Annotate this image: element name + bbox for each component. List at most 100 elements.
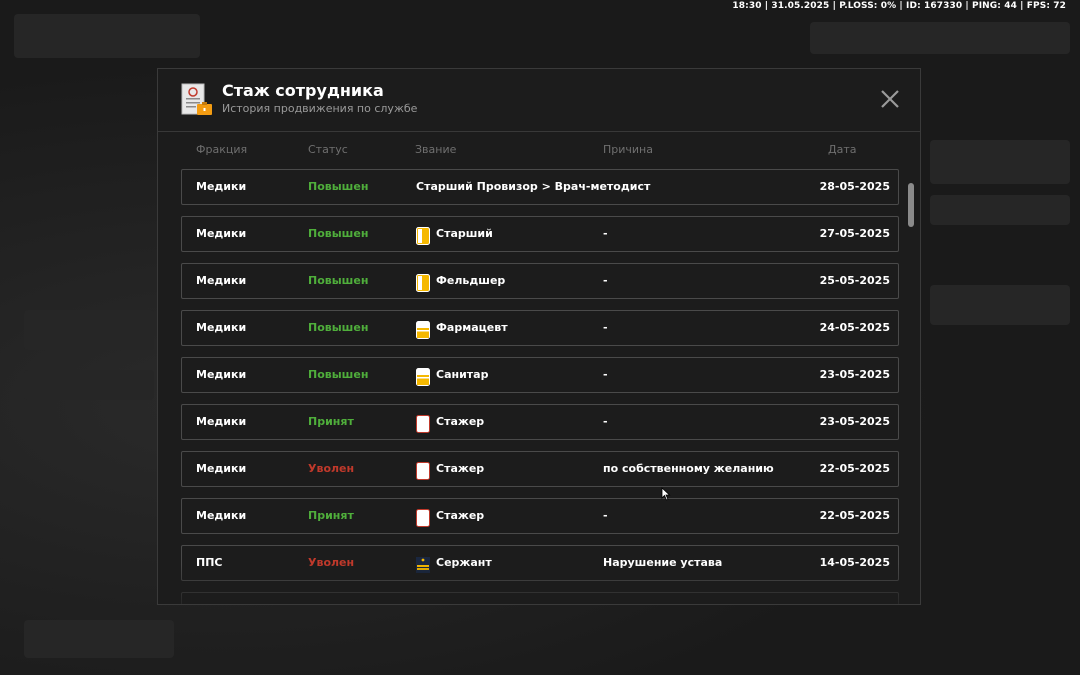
cell-rank: Фармацевт (416, 311, 508, 345)
cell-rank: Санитар (416, 358, 488, 392)
table-row[interactable]: ППС Принят Сержант - 13-05-2025 (181, 592, 899, 604)
cell-date: 24-05-2025 (819, 321, 890, 334)
cell-status: Повышен (308, 321, 369, 334)
rank-label: Стажер (436, 462, 485, 475)
table-row[interactable]: Медики Уволен Стажер по собственному желани… (181, 451, 899, 487)
scrollbar-thumb[interactable] (908, 183, 914, 227)
medic-badge-blank-icon (416, 413, 430, 433)
cell-reason: Нарушение устава (603, 556, 723, 569)
cell-reason: - (603, 274, 608, 287)
cell-status: Повышен (308, 227, 369, 240)
cell-status: Принят (308, 593, 354, 604)
table-row[interactable]: Медики Повышен Старший Провизор > Врач-мет… (181, 169, 899, 205)
column-header-faction: Фракция (196, 143, 248, 156)
cell-status: Уволен (308, 462, 355, 475)
cell-faction: Медики (196, 274, 247, 287)
medic-badge-stripe-icon (416, 366, 430, 386)
cell-faction: Медики (196, 509, 247, 522)
table-row[interactable]: Медики Принят Стажер - 22-05-2025 (181, 498, 899, 534)
history-table: Медики Повышен Старший Провизор > Врач-мет… (181, 169, 899, 604)
cell-reason: - (603, 227, 608, 240)
cell-faction: Медики (196, 321, 247, 334)
column-header-date: Дата (828, 143, 857, 156)
cell-date: 25-05-2025 (819, 274, 890, 287)
hud-item-panel (930, 285, 1070, 325)
cell-date: 13-05-2025 (820, 593, 890, 604)
cell-rank: Стажер (416, 405, 484, 439)
cell-date: 27-05-2025 (819, 227, 890, 240)
employee-seniority-modal: Стаж сотрудника История продвижения по с… (157, 68, 921, 605)
table-row[interactable]: ППС Уволен Сержант Нарушение устава 14-05-20… (181, 545, 899, 581)
cell-rank: Старший (416, 217, 493, 251)
cell-date: 22-05-2025 (819, 509, 890, 522)
cell-faction: ППС (196, 556, 223, 569)
table-row[interactable]: Медики Повышен Старший - 27-05-2025 (181, 216, 899, 252)
cell-faction: Медики (196, 462, 247, 475)
column-header-rank: Звание (415, 143, 457, 156)
rank-label: Стажер (436, 509, 485, 522)
cell-faction: Медики (196, 368, 247, 381)
mouse-cursor-icon (661, 487, 671, 501)
rank-label: Фармацевт (436, 321, 508, 334)
police-shoulder-badge-icon (416, 554, 430, 573)
medic-badge-blank-icon (416, 460, 430, 480)
medic-badge-full-icon (416, 225, 430, 245)
rank-label: Старший Провизор > Врач-методист (416, 180, 651, 193)
cell-status: Принят (308, 509, 354, 522)
cell-reason: по собственному желанию (603, 462, 774, 475)
hud-tokens-panel (24, 310, 154, 350)
table-row[interactable]: Медики Повышен Фельдшер - 25-05-2025 (181, 263, 899, 299)
cell-status: Повышен (308, 368, 369, 381)
cell-status: Повышен (308, 180, 369, 193)
cell-faction: ППС (196, 593, 223, 604)
cell-date: 22-05-2025 (819, 462, 890, 475)
cell-rank: Старший Провизор > Врач-методист (416, 170, 650, 204)
cell-rank: Фельдшер (416, 264, 505, 298)
hud-bottom-panel (24, 620, 174, 658)
table-row[interactable]: Медики Повышен Санитар - 23-05-2025 (181, 357, 899, 393)
cell-status: Уволен (308, 556, 355, 569)
modal-subtitle: История продвижения по службе (222, 102, 418, 115)
medic-badge-blank-icon (416, 507, 430, 527)
cell-date: 28-05-2025 (819, 180, 890, 193)
rank-label: Сержант (436, 593, 492, 604)
cell-date: 23-05-2025 (819, 368, 890, 381)
cell-reason: - (603, 415, 608, 428)
hud-timer-panel (930, 195, 1070, 225)
rank-label: Стажер (436, 415, 485, 428)
modal-header: Стаж сотрудника История продвижения по с… (158, 69, 920, 132)
cell-faction: Медики (196, 415, 247, 428)
rank-label: Старший (436, 227, 493, 240)
cell-reason: - (603, 368, 608, 381)
cell-status: Принят (308, 415, 354, 428)
hud-status-bar: 18:30 | 31.05.2025 | P.LOSS: 0% | ID: 16… (732, 1, 1066, 11)
hud-inventory-panel (24, 370, 154, 400)
column-header-status: Статус (308, 143, 348, 156)
cell-rank: Стажер (416, 499, 484, 533)
table-row[interactable]: Медики Повышен Фармацевт - 24-05-2025 (181, 310, 899, 346)
certificate-icon (181, 83, 212, 115)
hud-stats-panel (930, 140, 1070, 184)
cell-reason: - (603, 593, 608, 604)
police-shoulder-badge-icon (416, 601, 430, 604)
cell-reason: - (603, 321, 608, 334)
cell-status: Повышен (308, 274, 369, 287)
modal-title: Стаж сотрудника (222, 81, 384, 100)
cell-rank: Сержант (416, 593, 492, 604)
cell-date: 23-05-2025 (819, 415, 890, 428)
rank-label: Сержант (436, 556, 492, 569)
table-row[interactable]: Медики Принят Стажер - 23-05-2025 (181, 404, 899, 440)
cell-reason: - (603, 509, 608, 522)
hud-money-panel (810, 22, 1070, 54)
cell-rank: Сержант (416, 546, 492, 580)
cell-date: 14-05-2025 (819, 556, 890, 569)
cell-faction: Медики (196, 180, 247, 193)
cell-rank: Стажер (416, 452, 484, 486)
rank-label: Санитар (436, 368, 489, 381)
hud-logo-panel (14, 14, 200, 58)
cell-faction: Медики (196, 227, 247, 240)
rank-label: Фельдшер (436, 274, 506, 287)
close-icon[interactable] (878, 87, 902, 111)
medic-badge-stripe-icon (416, 319, 430, 339)
medic-badge-full-icon (416, 272, 430, 292)
